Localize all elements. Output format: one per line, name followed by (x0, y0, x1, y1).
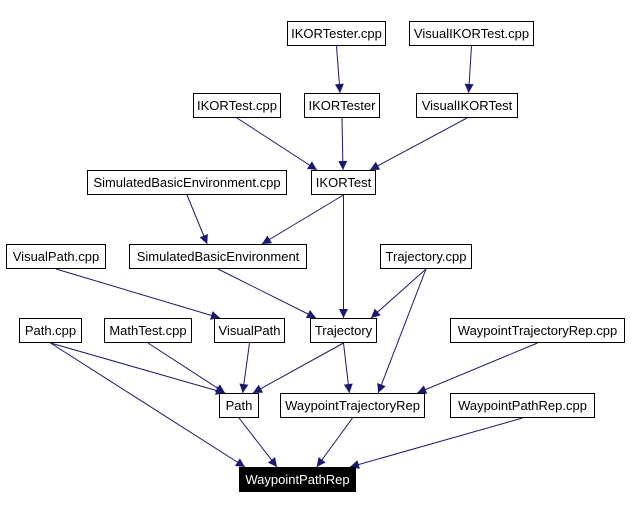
edge-visualpath-to-path (239, 342, 250, 394)
node-ikortest-cpp[interactable]: IKORTest.cpp (193, 93, 281, 118)
edge-trajectory_cpp-to-waypointtrajrep (377, 268, 427, 394)
node-waypointpathrep[interactable]: WaypointPathRep (239, 467, 356, 492)
edge-visualpath_cpp-to-visualpath (55, 268, 221, 320)
node-visualpath[interactable]: VisualPath (214, 318, 285, 343)
node-simulatedbasicenvironment[interactable]: SimulatedBasicEnvironment (129, 244, 307, 269)
edge-path-to-waypointpathrep (238, 417, 278, 468)
node-ikortest[interactable]: IKORTest (311, 170, 376, 195)
edge-visualikortest_cpp-to-visualikortest (464, 45, 474, 94)
node-path[interactable]: Path (219, 393, 259, 418)
node-waypointtrajectoryrep[interactable]: WaypointTrajectoryRep (280, 393, 425, 418)
edge-ikortester_cpp-to-ikortester (334, 45, 344, 94)
node-ikortester-cpp[interactable]: IKORTester.cpp (287, 21, 386, 46)
edge-visualikortest-to-ikortest (369, 117, 468, 171)
node-simulatedbasicenvironment-cpp[interactable]: SimulatedBasicEnvironment.cpp (87, 170, 287, 195)
edge-ikortest-to-simbasicenv (261, 194, 344, 245)
node-visualpath-cpp[interactable]: VisualPath.cpp (6, 244, 106, 269)
node-mathtest-cpp[interactable]: MathTest.cpp (104, 318, 192, 343)
node-waypointpathrep-cpp[interactable]: WaypointPathRep.cpp (450, 393, 595, 418)
dependency-graph: IKORTester.cpp VisualIKORTest.cpp IKORTe… (0, 0, 631, 510)
edge-trajectory-to-waypointtrajrep (343, 342, 353, 394)
edge-simbasicenv_cpp-to-simbasicenv (186, 194, 208, 245)
node-ikortester[interactable]: IKORTester (304, 93, 380, 118)
edge-trajectory-to-path (252, 342, 344, 394)
node-visualikortest[interactable]: VisualIKORTest (416, 93, 518, 118)
edge-mathtest_cpp-to-path (147, 342, 226, 394)
node-visualikortest-cpp[interactable]: VisualIKORTest.cpp (409, 21, 534, 46)
edge-ikortest_cpp-to-ikortest (236, 117, 318, 171)
node-waypointtrajectoryrep-cpp[interactable]: WaypointTrajectoryRep.cpp (450, 318, 625, 343)
edge-simbasicenv-to-trajectory (217, 268, 317, 319)
edge-waypointpathrep_cpp-to-waypointpathrep (349, 417, 523, 469)
node-trajectory-cpp[interactable]: Trajectory.cpp (380, 244, 472, 269)
edge-trajectory_cpp-to-trajectory (370, 268, 427, 319)
node-path-cpp[interactable]: Path.cpp (19, 318, 82, 343)
node-trajectory[interactable]: Trajectory (310, 318, 377, 343)
edge-waypointtrajrep_cpp-to-waypointtrajrep (417, 342, 538, 394)
edge-path_cpp-to-path (50, 342, 226, 395)
edge-waypointtrajrep-to-waypointpathrep (316, 417, 353, 468)
edge-path_cpp-to-waypointpathrep (50, 342, 246, 468)
edge-ikortester-to-ikortest (338, 117, 348, 171)
